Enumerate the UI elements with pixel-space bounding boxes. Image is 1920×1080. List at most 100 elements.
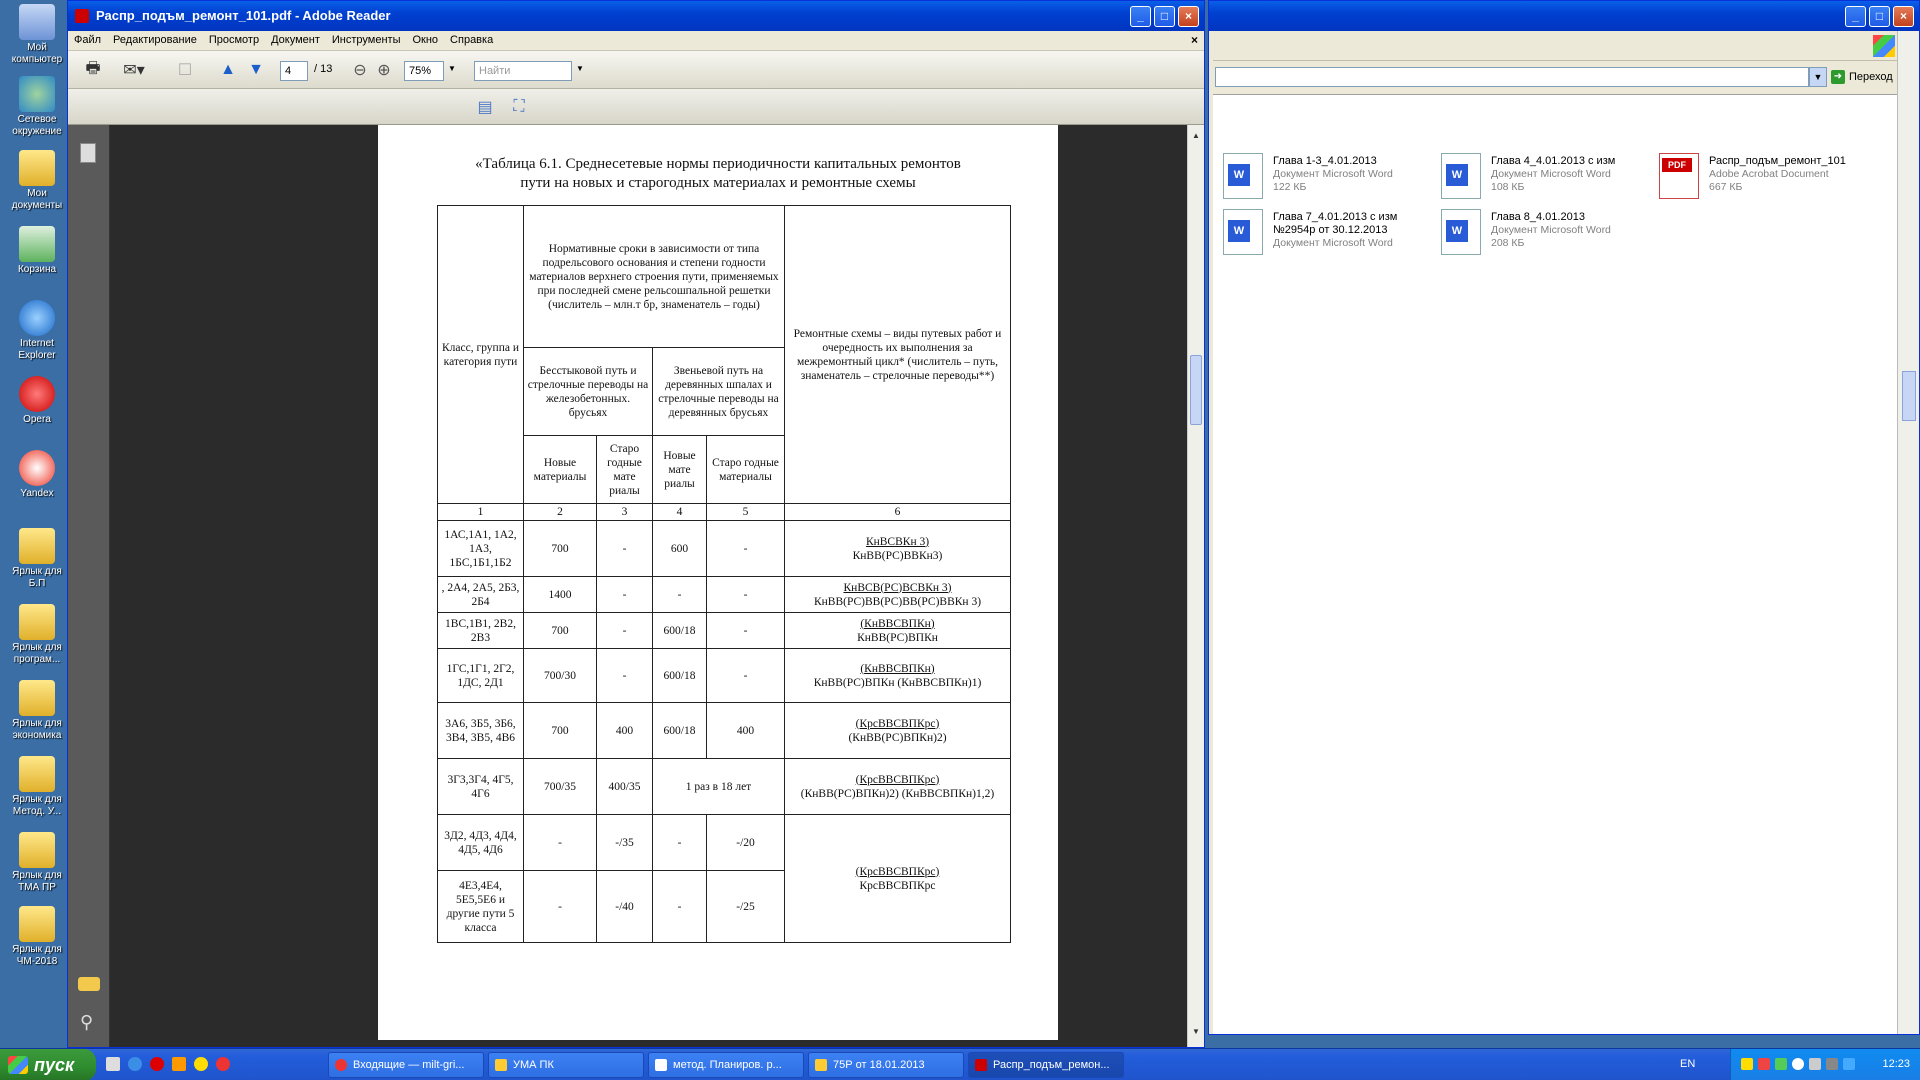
minimize-button[interactable]: _ bbox=[1845, 6, 1866, 27]
zoom-in-icon[interactable]: ⊕ bbox=[374, 58, 394, 82]
close-button[interactable]: × bbox=[1893, 6, 1914, 27]
address-input[interactable] bbox=[1215, 67, 1809, 87]
close-button[interactable]: × bbox=[1178, 6, 1199, 27]
shield-icon[interactable] bbox=[1741, 1058, 1753, 1070]
menu-view[interactable]: Просмотр bbox=[203, 31, 265, 49]
security-icon[interactable] bbox=[1758, 1058, 1770, 1070]
scroll-thumb[interactable] bbox=[1190, 355, 1202, 425]
page-number-input[interactable]: 4 bbox=[280, 61, 308, 81]
go-button[interactable]: ➜ Переход bbox=[1829, 67, 1895, 87]
desktop-icon-opera[interactable]: Opera bbox=[3, 376, 71, 426]
document-scrollbar[interactable]: ▲ ▼ bbox=[1187, 125, 1204, 1047]
address-dropdown-icon[interactable]: ▼ bbox=[1809, 67, 1827, 87]
explorer-titlebar[interactable]: _ □ × bbox=[1209, 1, 1919, 31]
yandex-icon[interactable] bbox=[216, 1057, 230, 1071]
taskbar-button-reader[interactable]: Распр_подъм_ремон... bbox=[968, 1052, 1124, 1078]
attachment-icon[interactable]: ⚲ bbox=[80, 1012, 93, 1033]
table-row: 3А6, 3Б5, 3Б6, 3В4, 3В5, 4В6 700 400 600… bbox=[437, 702, 1011, 759]
window-title: Распр_подъм_ремонт_101.pdf - Adobe Reade… bbox=[96, 8, 391, 23]
word-document-icon: W bbox=[1441, 209, 1481, 255]
cell-value: - bbox=[706, 576, 785, 613]
file-item[interactable]: W Глава 1-3_4.01.2013 Документ Microsoft… bbox=[1223, 153, 1433, 205]
file-item[interactable]: W Глава 7_4.01.2013 с изм №2954р от 30.1… bbox=[1223, 209, 1433, 261]
cell-value: - bbox=[596, 612, 653, 649]
explorer-scrollbar[interactable] bbox=[1897, 31, 1919, 1034]
file-item[interactable]: W Глава 4_4.01.2013 с изм Документ Micro… bbox=[1441, 153, 1651, 205]
scroll-down-icon[interactable]: ▼ bbox=[1190, 1027, 1202, 1041]
desktop-icon-network[interactable]: Сетевое окружение bbox=[3, 76, 71, 138]
desktop-shortcut-bp[interactable]: Ярлык для Б.П bbox=[3, 528, 71, 590]
clock[interactable]: 12:23 bbox=[1882, 1058, 1910, 1070]
maximize-button[interactable]: □ bbox=[1869, 6, 1890, 27]
fit-width-icon[interactable]: ⛶ bbox=[508, 95, 530, 119]
taskbar-button-method[interactable]: метод. Планиров. р... bbox=[648, 1052, 804, 1078]
desktop-shortcut-chm2018[interactable]: Ярлык для ЧМ-2018 bbox=[3, 906, 71, 968]
next-page-icon[interactable]: ▼ bbox=[244, 58, 268, 82]
desktop-shortcut-tma[interactable]: Ярлык для ТМА ПР bbox=[3, 832, 71, 894]
cell-value: - bbox=[652, 814, 707, 871]
internet-explorer-icon[interactable] bbox=[128, 1057, 142, 1071]
document-area[interactable]: «Таблица 6.1. Среднесетевые нормы период… bbox=[110, 125, 1187, 1047]
search-input[interactable]: Найти bbox=[474, 61, 572, 81]
network-icon[interactable] bbox=[1775, 1058, 1787, 1070]
explorer-addressbar: ▼ ➜ Переход bbox=[1213, 61, 1919, 95]
search-dropdown-icon[interactable]: ▼ bbox=[576, 64, 584, 73]
cell-value: 700/35 bbox=[523, 758, 597, 815]
desktop-shortcut-programs[interactable]: Ярлык для програм... bbox=[3, 604, 71, 666]
file-name: Глава 4_4.01.2013 с изм bbox=[1491, 155, 1616, 167]
desktop-icon-recycle-bin[interactable]: Корзина bbox=[3, 226, 71, 276]
comments-icon[interactable] bbox=[78, 977, 100, 991]
menu-window[interactable]: Окно bbox=[406, 31, 444, 49]
chrome-icon[interactable] bbox=[194, 1057, 208, 1071]
scroll-up-icon[interactable]: ▲ bbox=[1190, 131, 1202, 145]
pages-icon[interactable] bbox=[80, 143, 96, 163]
close-document-icon[interactable]: × bbox=[1191, 33, 1198, 47]
menu-file[interactable]: Файл bbox=[68, 31, 107, 49]
print-icon[interactable]: 🖶 bbox=[80, 58, 106, 82]
desktop-icon[interactable] bbox=[106, 1057, 120, 1071]
zoom-dropdown-icon[interactable]: ▼ bbox=[448, 64, 456, 73]
menu-document[interactable]: Документ bbox=[265, 31, 326, 49]
desktop-icon-my-computer[interactable]: Мой компьютер bbox=[3, 4, 71, 66]
desktop-shortcut-method[interactable]: Ярлык для Метод. У... bbox=[3, 756, 71, 818]
firefox-icon[interactable] bbox=[172, 1057, 186, 1071]
minimize-button[interactable]: _ bbox=[1130, 6, 1151, 27]
desktop-icon-yandex[interactable]: Yandex bbox=[3, 450, 71, 500]
menu-help[interactable]: Справка bbox=[444, 31, 499, 49]
fit-page-icon[interactable]: ▤ bbox=[474, 95, 496, 119]
taskbar-button-75r[interactable]: 75Р от 18.01.2013 bbox=[808, 1052, 964, 1078]
comment-icon[interactable]: ☐ bbox=[172, 58, 198, 82]
scroll-thumb[interactable] bbox=[1902, 371, 1916, 421]
safely-remove-icon[interactable] bbox=[1809, 1058, 1821, 1070]
update-icon[interactable] bbox=[1843, 1058, 1855, 1070]
zoom-input[interactable]: 75% bbox=[404, 61, 444, 81]
file-item[interactable]: PDF Распр_подъм_ремонт_101 Adobe Acrobat… bbox=[1659, 153, 1869, 205]
previous-page-icon[interactable]: ▲ bbox=[216, 58, 240, 82]
email-icon[interactable]: ✉▾ bbox=[116, 58, 152, 82]
volume-icon[interactable] bbox=[1792, 1058, 1804, 1070]
reader-titlebar[interactable]: Распр_подъм_ремонт_101.pdf - Adobe Reade… bbox=[68, 1, 1204, 31]
zoom-out-icon[interactable]: ⊖ bbox=[350, 58, 370, 82]
cell-value: - bbox=[706, 648, 785, 703]
col-number: 2 bbox=[523, 503, 597, 521]
go-arrow-icon: ➜ bbox=[1831, 70, 1845, 84]
start-button[interactable]: пуск bbox=[0, 1049, 96, 1080]
cell-value: 400/35 bbox=[596, 758, 653, 815]
taskbar-button-mail[interactable]: Входящие — milt-gri... bbox=[328, 1052, 484, 1078]
desktop-shortcut-economics[interactable]: Ярлык для экономика bbox=[3, 680, 71, 742]
opera-icon[interactable] bbox=[150, 1057, 164, 1071]
cell-value: 700/30 bbox=[523, 648, 597, 703]
display-icon[interactable] bbox=[1826, 1058, 1838, 1070]
explorer-body: ▼ ➜ Переход W Глава 1-3_4.01.2013 Докуме… bbox=[1213, 31, 1919, 1034]
language-indicator[interactable]: EN bbox=[1680, 1058, 1695, 1070]
taskbar-button-uma[interactable]: УМА ПК bbox=[488, 1052, 644, 1078]
desktop-icon-my-documents[interactable]: Мои документы bbox=[3, 150, 71, 212]
menu-edit[interactable]: Редактирование bbox=[107, 31, 203, 49]
scheme-denominator: КнВВ(РС)ВВ(РС)ВВ(РС)ВВКн 3) bbox=[813, 595, 982, 608]
menu-tools[interactable]: Инструменты bbox=[326, 31, 407, 49]
maximize-button[interactable]: □ bbox=[1154, 6, 1175, 27]
desktop-icon-internet-explorer[interactable]: Internet Explorer bbox=[3, 300, 71, 362]
table-row: 3Г3,3Г4, 4Г5, 4Г6 700/35 400/35 1 раз в … bbox=[437, 758, 1011, 815]
folder-icon bbox=[19, 150, 55, 186]
file-item[interactable]: W Глава 8_4.01.2013 Документ Microsoft W… bbox=[1441, 209, 1651, 261]
